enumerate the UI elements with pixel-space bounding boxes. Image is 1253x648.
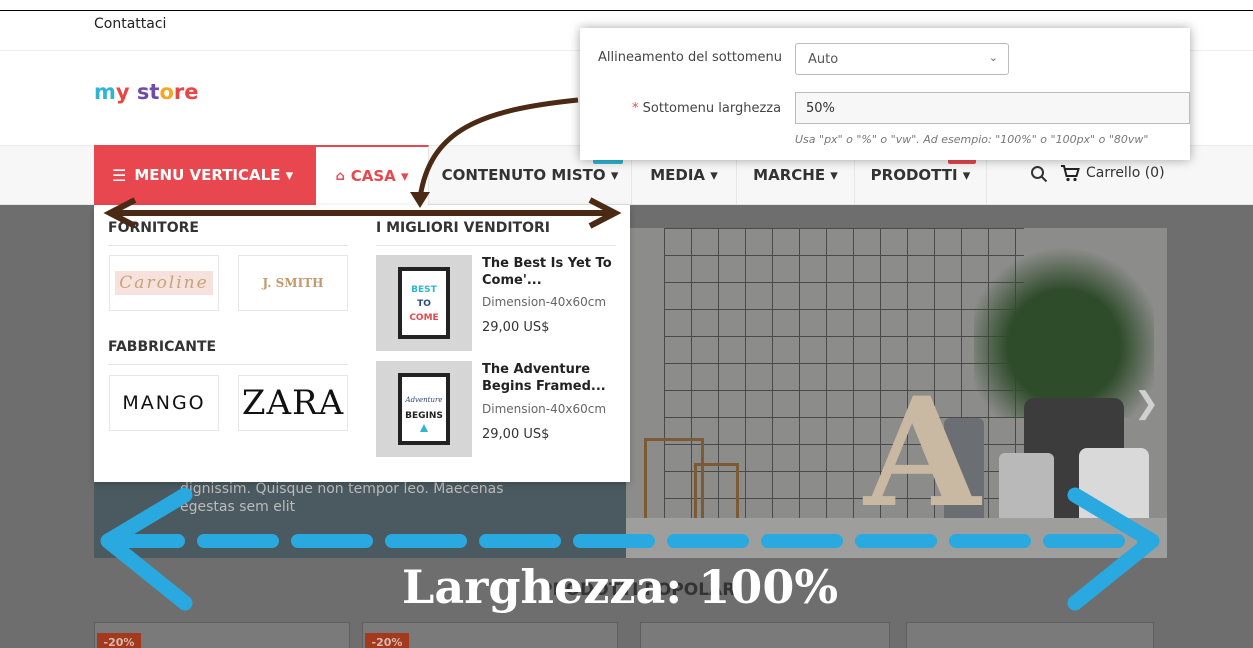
submenu-alignment-select[interactable]: Auto ⌄: [795, 43, 1009, 75]
label-text: Sottomenu larghezza: [642, 101, 782, 116]
nav-item-label: MEDIA ▾: [650, 166, 718, 184]
framed-poster-image: BEST TO COME: [398, 267, 450, 339]
slider-vase: [1079, 448, 1149, 528]
slider-caption: dignissim. Quisque non tempor leo. Maece…: [180, 481, 504, 515]
width-annotation-text: Larghezza: 100%: [402, 560, 839, 614]
divider: [108, 245, 348, 246]
chevron-down-icon: ⌄: [988, 51, 998, 64]
slider-next-arrow-icon[interactable]: ❯: [1134, 386, 1159, 421]
manufacturer-brand-zara[interactable]: ZARA: [238, 375, 348, 431]
svg-text:BEST: BEST: [411, 285, 437, 295]
bestsellers-title: I MIGLIORI VENDITORI: [376, 220, 550, 236]
brand-logo-text: Caroline: [115, 271, 213, 295]
product-name-link[interactable]: The Best Is Yet To Come'...: [482, 255, 622, 289]
slider-shelf: [626, 518, 1167, 558]
submenu-alignment-label: Allineamento del sottomenu: [598, 50, 783, 65]
submenu-width-label: * Sottomenu larghezza: [632, 101, 781, 116]
cart-link[interactable]: Carrello (0): [1060, 164, 1165, 182]
nav-item-label: MARCHE ▾: [753, 166, 838, 184]
product-dimension: Dimension-40x60cm: [482, 402, 607, 416]
slider-letter-decor: A: [864, 365, 981, 541]
brand-logo-text: MANGO: [122, 392, 206, 414]
select-value: Auto: [808, 52, 839, 67]
hamburger-icon: ☰: [112, 165, 127, 185]
supplier-title: FORNITORE: [108, 220, 199, 236]
nav-item-casa[interactable]: ⌂ CASA ▾: [316, 145, 429, 205]
cart-icon: [1061, 165, 1080, 182]
svg-text:Adventure: Adventure: [405, 396, 443, 404]
discount-badge: -20%: [97, 633, 141, 648]
divider: [108, 364, 348, 365]
divider: [376, 245, 616, 246]
slider-plant: [974, 238, 1154, 418]
discount-badge: -20%: [365, 633, 409, 648]
brand-logo-text: J. SMITH: [262, 276, 324, 290]
nav-item-label: CASA ▾: [350, 167, 409, 185]
framed-poster-image: Adventure BEGINS: [398, 373, 450, 445]
submenu-settings-panel: Allineamento del sottomenu Auto ⌄ * Sott…: [580, 28, 1190, 160]
cart-label: Carrello (0): [1086, 165, 1165, 181]
vertical-menu-button[interactable]: ☰ MENU VERTICALE ▾: [94, 145, 316, 205]
product-price: 29,00 US$: [482, 320, 550, 335]
required-marker: *: [632, 101, 639, 116]
brand-logo-text: ZARA: [241, 383, 345, 423]
svg-text:BEGINS: BEGINS: [405, 411, 443, 421]
product-thumbnail[interactable]: BEST TO COME: [376, 255, 472, 351]
search-icon[interactable]: [1030, 165, 1048, 183]
mega-menu-dropdown: FORNITORE Caroline J. SMITH FABBRICANTE …: [94, 205, 630, 482]
product-price: 29,00 US$: [482, 427, 550, 442]
submenu-width-input[interactable]: 50%: [795, 92, 1190, 124]
product-thumbnail[interactable]: Adventure BEGINS: [376, 361, 472, 457]
supplier-brand-jsmith[interactable]: J. SMITH: [238, 255, 348, 311]
supplier-brand-caroline[interactable]: Caroline: [109, 255, 219, 311]
nav-item-label: CONTENUTO MISTO ▾: [441, 166, 619, 184]
svg-text:COME: COME: [409, 313, 438, 323]
product-dimension: Dimension-40x60cm: [482, 295, 607, 309]
manufacturer-title: FABBRICANTE: [108, 339, 217, 355]
product-card[interactable]: [906, 622, 1154, 648]
product-name-link[interactable]: The Adventure Begins Framed...: [482, 361, 622, 395]
nav-item-label: PRODOTTI ▾: [870, 166, 971, 184]
svg-text:TO: TO: [417, 299, 431, 309]
manufacturer-brand-mango[interactable]: MANGO: [109, 375, 219, 431]
home-icon: ⌂: [335, 168, 345, 184]
store-logo[interactable]: my store: [94, 80, 199, 104]
vertical-menu-label: MENU VERTICALE ▾: [134, 166, 294, 184]
submenu-width-help: Usa "px" o "%" o "vw". Ad esempio: "100%…: [795, 133, 1149, 146]
contact-link[interactable]: Contattaci: [94, 16, 166, 32]
product-card[interactable]: [640, 622, 890, 648]
